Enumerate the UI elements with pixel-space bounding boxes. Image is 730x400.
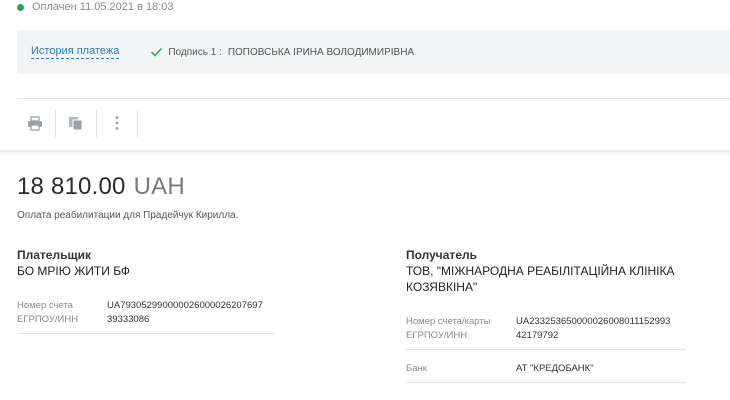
document-toolbar <box>17 108 140 138</box>
status-dot-icon <box>17 3 24 11</box>
toolbar-separator <box>55 109 56 137</box>
toolbar-divider <box>17 98 730 99</box>
bank-label: Банк <box>406 363 427 374</box>
receiver-name: ТОВ, "МІЖНАРОДНА РЕАБІЛІТАЦІЙНА КЛІНІКА … <box>406 264 675 294</box>
print-icon <box>28 115 42 131</box>
detail-value: 42179792 <box>516 330 559 341</box>
more-vertical-icon <box>115 116 119 130</box>
detail-value: UA793052990000026000026207697 <box>107 300 263 311</box>
detail-label: Номер счета <box>17 300 73 311</box>
amount-value: 18 810.00 <box>17 173 126 200</box>
amount-currency: UAH <box>133 173 185 200</box>
payment-purpose: Оплата реабилитации для Прадейчук Кирилл… <box>17 210 239 221</box>
payment-amount: 18 810.00 UAH <box>17 173 185 201</box>
toolbar-separator <box>137 109 138 137</box>
payment-status: Оплачен 11.05.2021 в 18:03 <box>17 0 174 14</box>
detail-row: Номер счета UA79305299000002600002620769… <box>17 299 275 313</box>
payer-block: Плательщик БО МРІЮ ЖИТИ БФ Номер счета U… <box>17 247 275 334</box>
content-shadow <box>0 150 730 156</box>
receiver-bank: Банк АТ "КРЕДОБАНК" <box>406 362 686 383</box>
detail-row: ЕГРПОУ/ИНН 39333086 <box>17 313 275 327</box>
signature-name: ПОПОВСЬКА ІРИНА ВОЛОДИМИРІВНА <box>227 46 415 58</box>
detail-value: UA233253650000026008011152993 <box>516 316 671 327</box>
print-button[interactable] <box>17 108 53 138</box>
payer-heading: Плательщик <box>17 248 91 262</box>
copy-icon <box>69 116 83 130</box>
toolbar-separator <box>96 109 97 137</box>
detail-row: ЕГРПОУ/ИНН 42179792 <box>406 329 686 343</box>
detail-row: Номер счета/карты UA23325365000002600801… <box>406 315 686 329</box>
payment-history-link[interactable]: История платежа <box>31 45 120 59</box>
copy-button[interactable] <box>58 108 94 138</box>
detail-label: ЕГРПОУ/ИНН <box>406 330 468 341</box>
payer-name: БО МРІЮ ЖИТИ БФ <box>17 264 131 278</box>
status-text: Оплачен 11.05.2021 в 18:03 <box>32 1 174 13</box>
signature-info: Подпись 1 : ПОПОВСЬКА ІРИНА ВОЛОДИМИРІВН… <box>151 47 414 58</box>
receiver-details: Номер счета/карты UA23325365000002600801… <box>406 315 686 350</box>
payment-history-panel: История платежа Подпись 1 : ПОПОВСЬКА ІР… <box>17 30 730 74</box>
bank-value: АТ "КРЕДОБАНК" <box>516 363 594 374</box>
payer-details: Номер счета UA79305299000002600002620769… <box>17 299 275 334</box>
receiver-block: Получатель ТОВ, "МІЖНАРОДНА РЕАБІЛІТАЦІЙ… <box>406 247 686 383</box>
detail-row: Банк АТ "КРЕДОБАНК" <box>406 362 686 376</box>
signature-label: Подпись 1 : <box>168 46 222 58</box>
detail-value: 39333086 <box>107 314 150 325</box>
detail-label: ЕГРПОУ/ИНН <box>17 314 79 325</box>
check-icon <box>151 47 163 56</box>
detail-label: Номер счета/карты <box>406 316 491 327</box>
more-options-button[interactable] <box>99 108 135 138</box>
receiver-heading: Получатель <box>406 248 477 262</box>
